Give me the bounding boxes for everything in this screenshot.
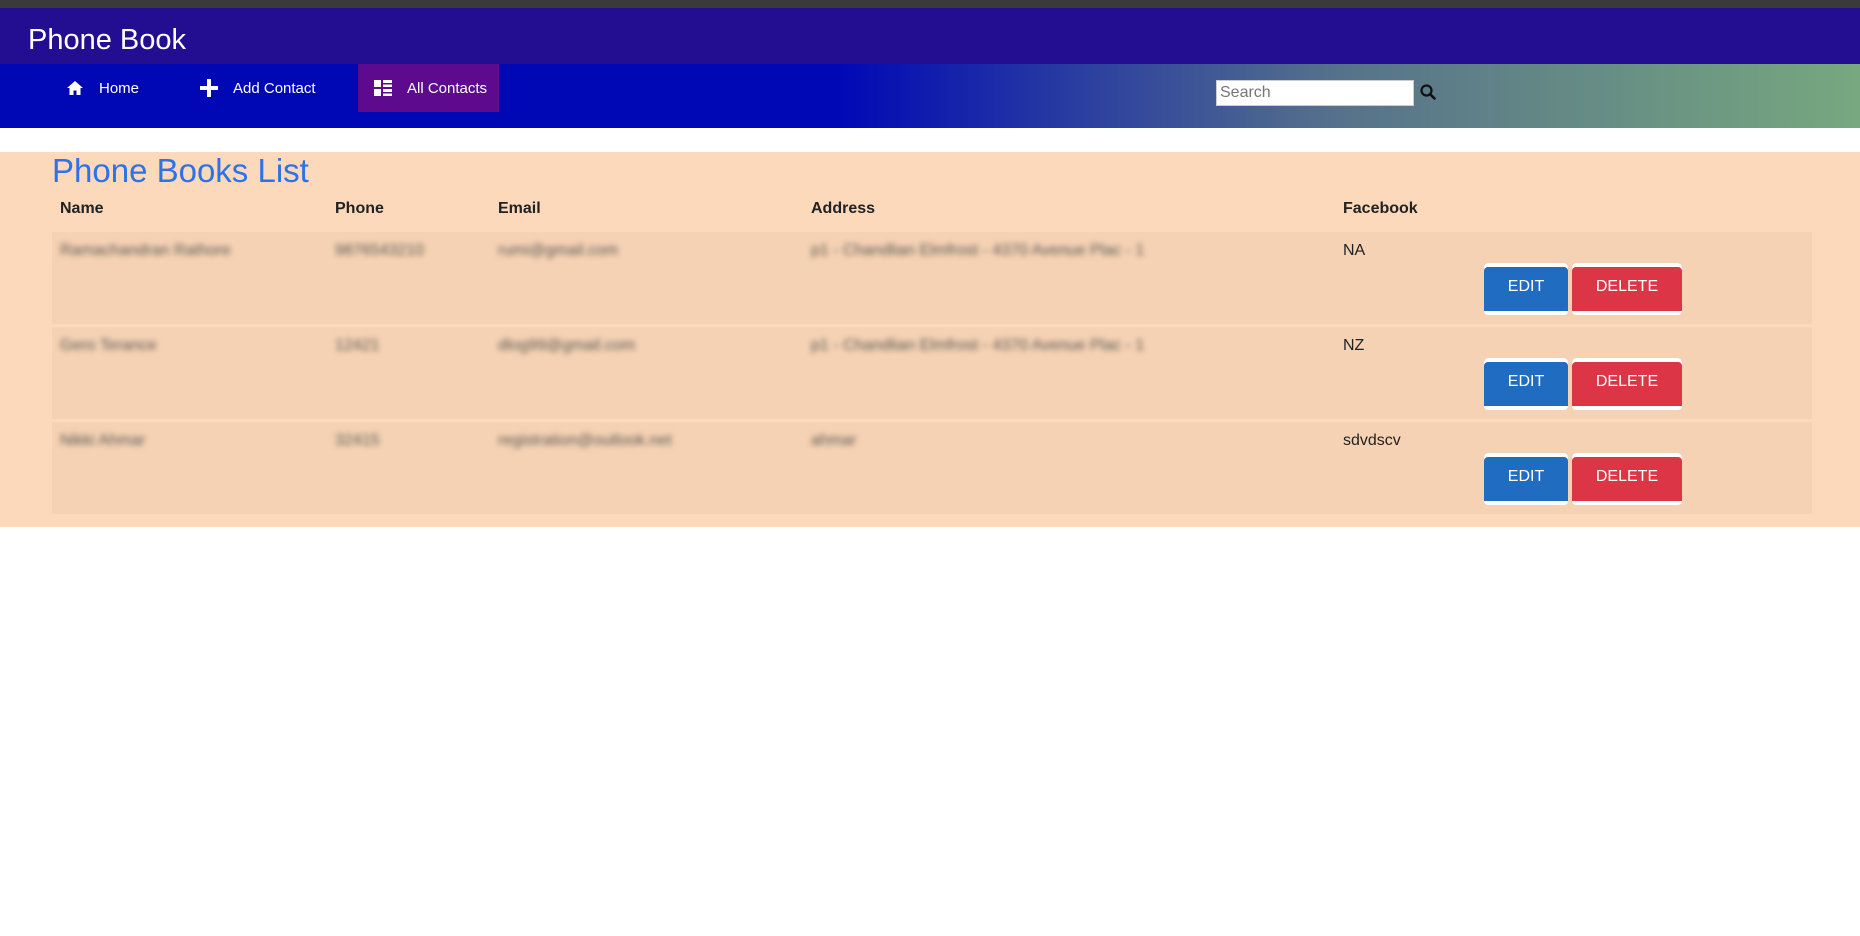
contact-name: Nikki Ahmar — [60, 432, 146, 449]
app-title: Phone Book — [28, 24, 187, 56]
nav-home-label: Home — [99, 79, 140, 97]
edit-button[interactable]: EDIT — [1484, 263, 1568, 315]
table-row: Nikki Ahmar 32415 registration@outlook.n… — [52, 422, 1812, 514]
contact-email: dlog99@gmail.com — [498, 337, 636, 354]
nav-add-contact[interactable]: Add Contact — [198, 64, 328, 112]
nav-bar: Home Add Contact All Contacts — [0, 64, 1860, 128]
search-icon[interactable] — [1420, 84, 1438, 102]
contact-name: Ramachandran Rathore — [60, 242, 231, 259]
contacts-panel: Phone Books List Name Phone Email Addres… — [0, 152, 1860, 527]
delete-button[interactable]: DELETE — [1572, 263, 1682, 315]
table-row: Gero Terance 12421 dlog99@gmail.com p1 -… — [52, 327, 1812, 419]
column-header-address: Address — [811, 200, 876, 217]
edit-button[interactable]: EDIT — [1484, 358, 1568, 410]
contact-address: p1 - Chandlian Elmfrost - 4370 Avenue Pl… — [811, 337, 1145, 354]
contact-name: Gero Terance — [60, 337, 157, 354]
contact-address: ahmar — [811, 432, 857, 449]
column-header-name: Name — [60, 200, 104, 217]
contact-phone: 12421 — [335, 337, 380, 354]
nav-home[interactable]: Home — [64, 64, 144, 112]
contact-facebook: NZ — [1343, 337, 1365, 354]
contact-facebook: sdvdscv — [1343, 432, 1401, 449]
contact-facebook: NA — [1343, 242, 1366, 259]
column-header-facebook: Facebook — [1343, 200, 1418, 217]
title-bar: Phone Book — [0, 8, 1860, 64]
contact-email: registration@outlook.net — [498, 432, 672, 449]
table-header: Name Phone Email Address Facebook — [52, 200, 1812, 224]
delete-button[interactable]: DELETE — [1572, 453, 1682, 505]
plus-icon — [198, 77, 220, 99]
nav-add-contact-label: Add Contact — [233, 79, 316, 97]
column-header-phone: Phone — [335, 200, 384, 217]
contact-email: rumi@gmail.com — [498, 242, 619, 259]
browser-top-strip — [0, 0, 1860, 8]
page-title: Phone Books List — [52, 152, 309, 189]
delete-button[interactable]: DELETE — [1572, 358, 1682, 410]
table-row: Ramachandran Rathore 9876543210 rumi@gma… — [52, 232, 1812, 324]
home-icon — [64, 77, 86, 99]
search-input[interactable] — [1216, 80, 1414, 106]
contact-phone: 32415 — [335, 432, 380, 449]
column-header-email: Email — [498, 200, 541, 217]
contact-phone: 9876543210 — [335, 242, 424, 259]
nav-all-contacts-label: All Contacts — [407, 79, 488, 97]
contact-address: p1 - Chandlian Elmfrost - 4370 Avenue Pl… — [811, 242, 1145, 259]
list-icon — [372, 77, 394, 99]
edit-button[interactable]: EDIT — [1484, 453, 1568, 505]
nav-all-contacts[interactable]: All Contacts — [358, 64, 499, 112]
